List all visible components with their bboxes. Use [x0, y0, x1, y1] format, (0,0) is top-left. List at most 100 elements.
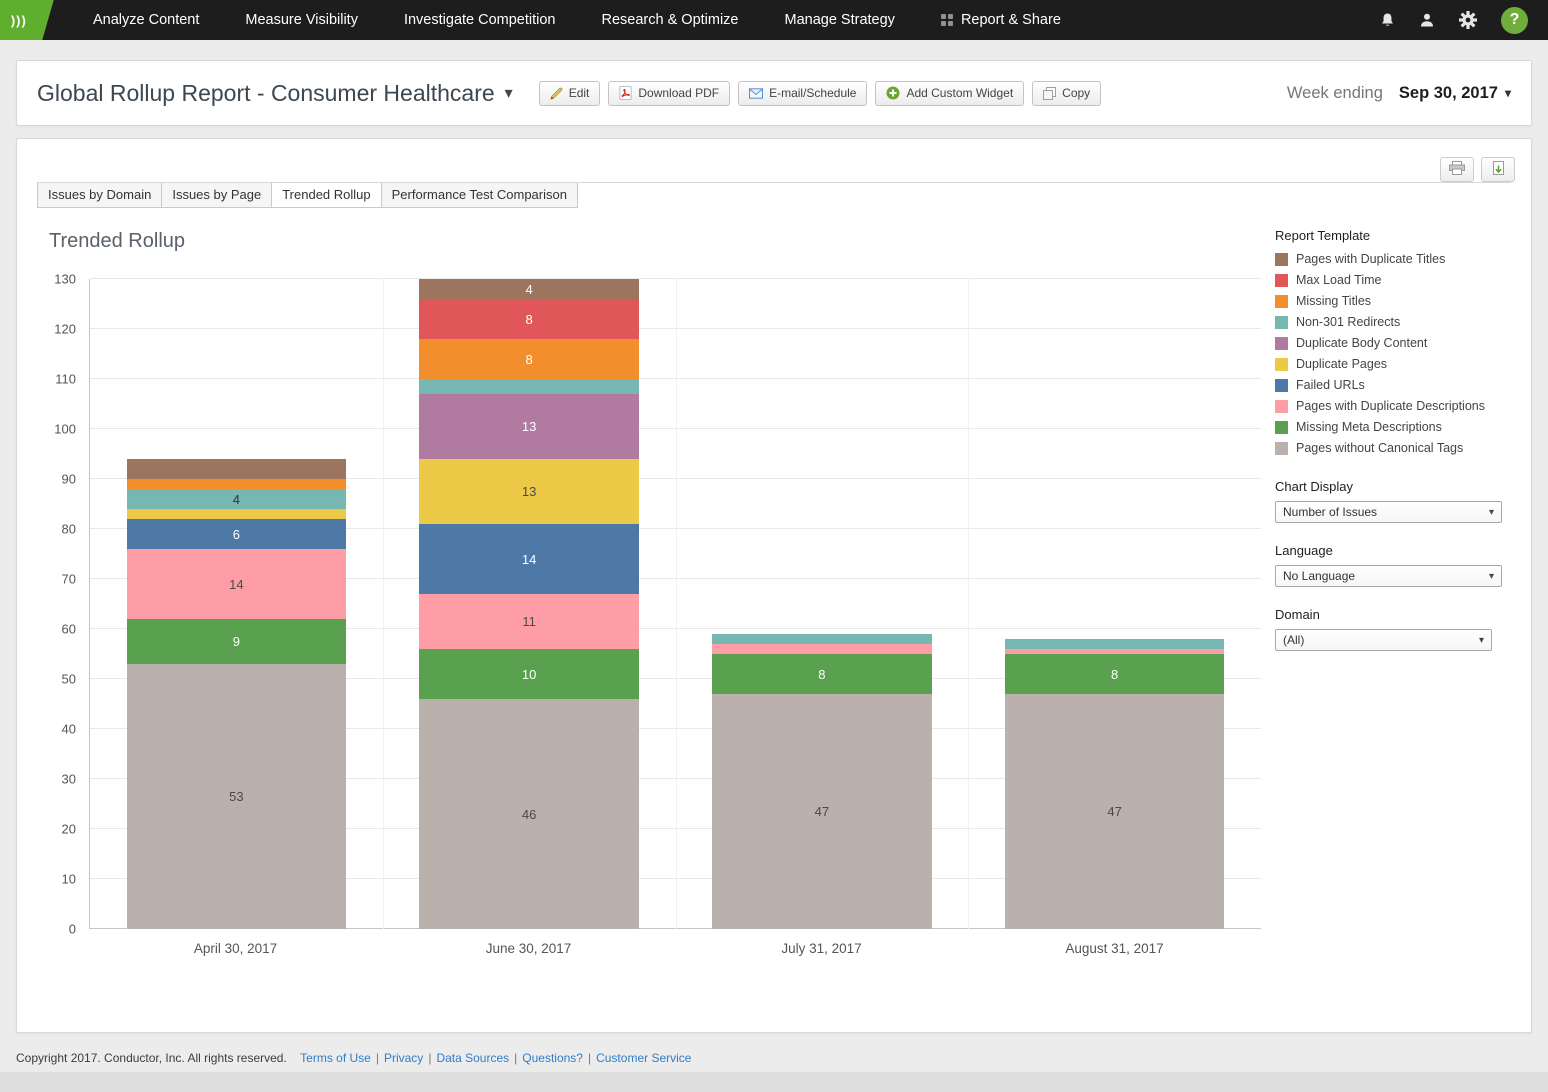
plus-icon — [886, 86, 900, 100]
export-icon — [1491, 160, 1506, 179]
notifications-bell-icon[interactable] — [1380, 12, 1395, 29]
tab-performance-test-comparison[interactable]: Performance Test Comparison — [380, 183, 578, 208]
report-title-caret-icon[interactable]: ▾ — [505, 83, 513, 103]
bar-segment-missing-meta-descriptions[interactable]: 8 — [712, 654, 932, 694]
legend-label: Pages with Duplicate Titles — [1296, 252, 1446, 266]
bar-segment-pages-without-canonical-tags[interactable]: 47 — [712, 694, 932, 929]
legend-item-missing-meta-descriptions[interactable]: Missing Meta Descriptions — [1275, 420, 1507, 434]
top-nav: ))) Analyze Content Measure Visibility Inv… — [0, 0, 1548, 40]
bar-segment-missing-meta-descriptions[interactable]: 9 — [126, 619, 347, 664]
legend-item-missing-titles[interactable]: Missing Titles — [1275, 294, 1507, 308]
bar-segment-pages-without-canonical-tags[interactable]: 53 — [126, 664, 347, 929]
y-axis: 0 10 20 30 40 50 60 70 80 90 100 110 120 130 — [39, 272, 89, 937]
nav-item-manage-strategy[interactable]: Manage Strategy — [762, 0, 918, 40]
tab-issues-by-page[interactable]: Issues by Page — [161, 183, 273, 208]
bar-segment-non-301-redirects[interactable] — [712, 634, 932, 644]
bar-segment-missing-meta-descriptions[interactable]: 8 — [1004, 654, 1225, 694]
chart-display-select[interactable]: Number of Issues ▾ — [1275, 501, 1502, 523]
bar-segment-pages-with-duplicate-titles[interactable]: 4 — [419, 279, 639, 299]
bar-segment-pages-with-duplicate-descriptions[interactable]: 11 — [419, 594, 639, 649]
plot-area: 4 6 14 9 53 4 8 8 13 13 14 11 10 46 8 47 8 47 — [89, 278, 1261, 929]
bar-segment-duplicate-body-content[interactable]: 13 — [419, 394, 639, 459]
nav-item-measure-visibility[interactable]: Measure Visibility — [222, 0, 381, 40]
week-ending-date-value: Sep 30, 2017 — [1398, 83, 1498, 102]
legend-item-non-301-redirects[interactable]: Non-301 Redirects — [1275, 315, 1507, 329]
bar-segment-pages-with-duplicate-descriptions[interactable] — [712, 644, 932, 654]
nav-item-research-optimize[interactable]: Research & Optimize — [579, 0, 762, 40]
user-profile-icon[interactable] — [1419, 12, 1435, 28]
chart-controls: Report Template Pages with Duplicate Tit… — [1261, 222, 1511, 956]
legend-label: Failed URLs — [1296, 378, 1365, 392]
language-caret-icon: ▾ — [1488, 570, 1494, 582]
bar-segment-non-301-redirects[interactable] — [419, 379, 639, 394]
footer-link-terms-of-use[interactable]: Terms of Use — [300, 1051, 371, 1065]
legend-swatch — [1275, 294, 1288, 308]
stacked-bar: 4 6 14 9 53 — [126, 459, 347, 929]
bar-segment-max-load-time[interactable]: 8 — [419, 299, 639, 339]
legend-item-pages-without-canonical-tags[interactable]: Pages without Canonical Tags — [1275, 441, 1507, 455]
footer-link-questions[interactable]: Questions? — [522, 1051, 583, 1065]
legend-swatch — [1275, 336, 1288, 350]
nav-actions: ? — [1380, 6, 1548, 34]
widget-content: Trended Rollup 0 10 20 30 40 50 60 70 80 90 100 110… — [37, 222, 1511, 956]
bar-segment-pages-without-canonical-tags[interactable]: 47 — [1004, 694, 1225, 929]
tab-trended-rollup[interactable]: Trended Rollup — [271, 183, 382, 208]
add-custom-widget-button[interactable]: Add Custom Widget — [875, 80, 1025, 106]
bar-segment-missing-titles[interactable]: 8 — [419, 339, 639, 379]
y-tick-label: 100 — [54, 421, 76, 437]
bar-segment-pages-with-duplicate-descriptions[interactable]: 14 — [126, 549, 347, 619]
footer-link-data-sources[interactable]: Data Sources — [436, 1051, 509, 1065]
bars-layer: 4 6 14 9 53 4 8 8 13 13 14 11 10 46 8 47 8 47 — [90, 279, 1261, 929]
footer-link-separator: | — [428, 1051, 432, 1065]
bar-segment-missing-meta-descriptions[interactable]: 10 — [419, 649, 639, 699]
bar-segment-failed-urls[interactable]: 14 — [419, 524, 639, 594]
bar-segment-duplicate-pages[interactable]: 13 — [419, 459, 639, 524]
edit-button[interactable]: Edit — [538, 80, 601, 106]
page-title: Global Rollup Report - Consumer Healthca… — [37, 79, 495, 106]
week-ending-date-picker[interactable]: Sep 30, 2017 ▾ — [1399, 84, 1511, 103]
copy-button[interactable]: Copy — [1032, 80, 1102, 106]
bar-segment-failed-urls[interactable]: 6 — [126, 519, 347, 549]
nav-item-investigate-competition[interactable]: Investigate Competition — [381, 0, 579, 40]
legend-item-pages-with-duplicate-descriptions[interactable]: Pages with Duplicate Descriptions — [1275, 399, 1507, 413]
domain-caret-icon: ▾ — [1478, 634, 1484, 646]
nav-item-report-share[interactable]: Report & Share — [918, 0, 1084, 40]
bar-segment-non-301-redirects[interactable]: 4 — [126, 489, 347, 509]
domain-select[interactable]: (All) ▾ — [1275, 629, 1492, 651]
x-axis-label: June 30, 2017 — [485, 941, 572, 956]
language-label: Language — [1275, 543, 1333, 558]
page-footer: Copyright 2017. Conductor, Inc. All righ… — [16, 1051, 1532, 1065]
conductor-logo[interactable]: ))) — [0, 0, 54, 40]
footer-link-privacy[interactable]: Privacy — [384, 1051, 423, 1065]
download-pdf-button[interactable]: Download PDF — [608, 80, 731, 106]
chart-display-value: Number of Issues — [1283, 505, 1378, 519]
legend-item-duplicate-pages[interactable]: Duplicate Pages — [1275, 357, 1507, 371]
bar-segment-non-301-redirects[interactable] — [1004, 639, 1225, 649]
print-button[interactable] — [1440, 157, 1474, 182]
footer-link-separator: | — [587, 1051, 592, 1065]
tab-issues-by-domain[interactable]: Issues by Domain — [37, 183, 163, 208]
legend-item-max-load-time[interactable]: Max Load Time — [1275, 273, 1507, 287]
category-pane: 4 6 14 9 53 — [90, 279, 383, 929]
category-pane: 8 47 — [676, 279, 969, 929]
bottom-strip — [0, 1072, 1548, 1092]
legend-item-duplicate-body-content[interactable]: Duplicate Body Content — [1275, 336, 1507, 350]
help-icon[interactable]: ? — [1501, 6, 1528, 34]
bar-segment-pages-with-duplicate-titles[interactable] — [126, 459, 347, 479]
bar-segment-pages-without-canonical-tags[interactable]: 46 — [419, 699, 639, 929]
settings-gear-icon[interactable] — [1459, 11, 1477, 29]
legend-item-pages-with-duplicate-titles[interactable]: Pages with Duplicate Titles — [1275, 252, 1507, 266]
chart-display-group: Chart Display Number of Issues ▾ — [1275, 479, 1507, 523]
week-ending-label: Week ending — [1286, 83, 1383, 102]
footer-link-customer-service[interactable]: Customer Service — [596, 1051, 691, 1065]
bar-segment-duplicate-pages[interactable] — [126, 509, 347, 519]
nav-item-analyze-content[interactable]: Analyze Content — [70, 0, 222, 40]
language-select[interactable]: No Language ▾ — [1275, 565, 1502, 587]
legend-item-failed-urls[interactable]: Failed URLs — [1275, 378, 1507, 392]
button-label: E-mail/Schedule — [769, 86, 857, 100]
bar-segment-missing-titles[interactable] — [126, 479, 347, 489]
legend-title: Report Template — [1275, 228, 1371, 243]
export-button[interactable] — [1481, 157, 1515, 182]
e-mail-schedule-button[interactable]: E-mail/Schedule — [738, 80, 868, 106]
y-tick-label: 50 — [61, 671, 76, 687]
